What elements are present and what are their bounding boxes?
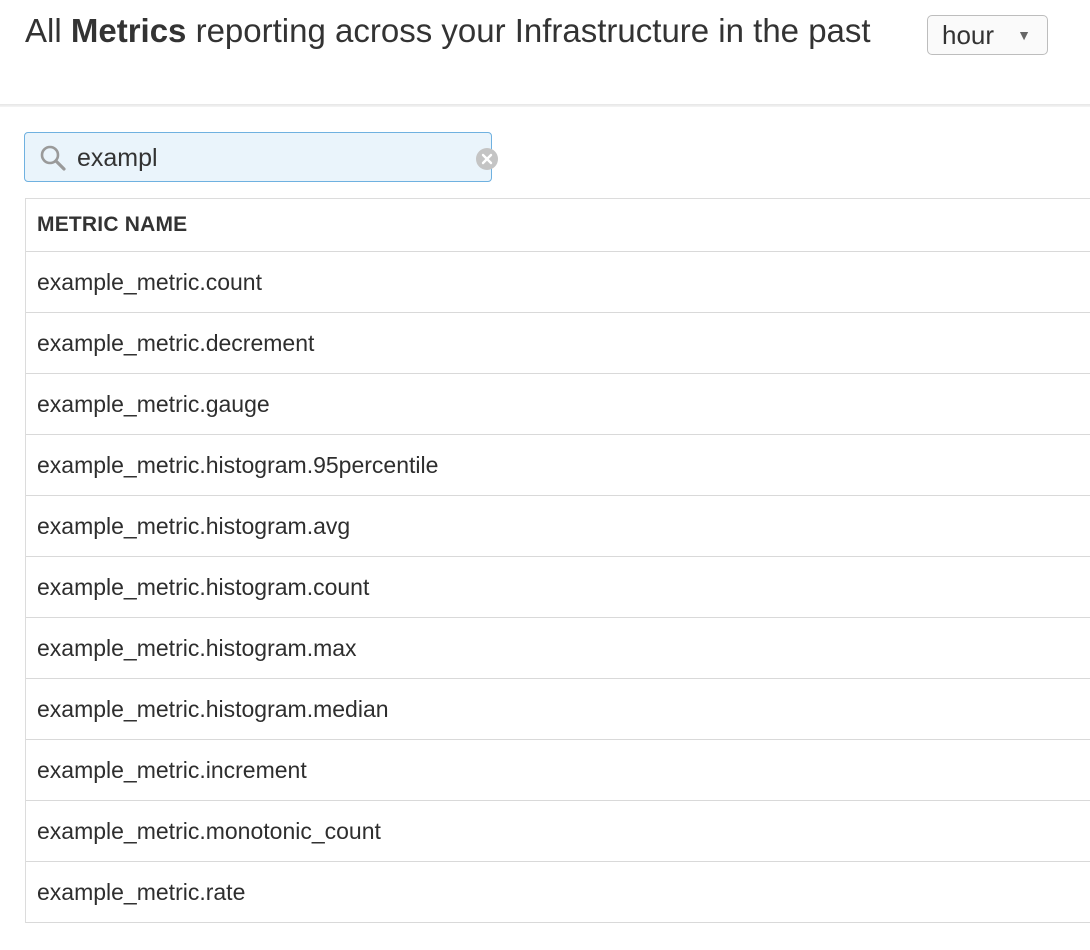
title-bold: Metrics (70, 12, 187, 49)
time-range-value: hour (942, 19, 995, 50)
chevron-down-icon: ▼ (1017, 27, 1031, 43)
page-header: All Metrics reporting across your Infras… (0, 0, 1090, 107)
clear-icon[interactable] (475, 147, 499, 171)
metrics-table-body: example_metric.count example_metric.decre… (26, 252, 1090, 923)
metric-row[interactable]: example_metric.decrement (26, 313, 1090, 374)
metric-row[interactable]: example_metric.increment (26, 740, 1090, 801)
metric-row[interactable]: example_metric.histogram.max (26, 618, 1090, 679)
metric-row[interactable]: example_metric.gauge (26, 374, 1090, 435)
metric-row[interactable]: example_metric.count (26, 252, 1090, 313)
metric-row[interactable]: example_metric.histogram.avg (26, 496, 1090, 557)
metric-row[interactable]: example_metric.histogram.median (26, 679, 1090, 740)
search-icon (40, 145, 66, 171)
metric-row[interactable]: example_metric.monotonic_count (26, 801, 1090, 862)
metric-row[interactable]: example_metric.histogram.95percentile (26, 435, 1090, 496)
time-range-select[interactable]: hour ▼ (927, 15, 1048, 55)
metrics-table: METRIC NAME example_metric.count example_… (25, 198, 1090, 923)
column-header-metric-name[interactable]: METRIC NAME (26, 199, 1090, 252)
title-prefix: All (25, 12, 62, 49)
metric-row[interactable]: example_metric.histogram.count (26, 557, 1090, 618)
metric-search-field[interactable] (24, 132, 498, 182)
metric-row[interactable]: example_metric.rate (26, 862, 1090, 923)
title-suffix: reporting across your Infrastructure in … (195, 12, 871, 49)
header-divider (0, 104, 1090, 107)
search-input[interactable] (77, 141, 457, 175)
page-title: All Metrics reporting across your Infras… (25, 10, 871, 52)
